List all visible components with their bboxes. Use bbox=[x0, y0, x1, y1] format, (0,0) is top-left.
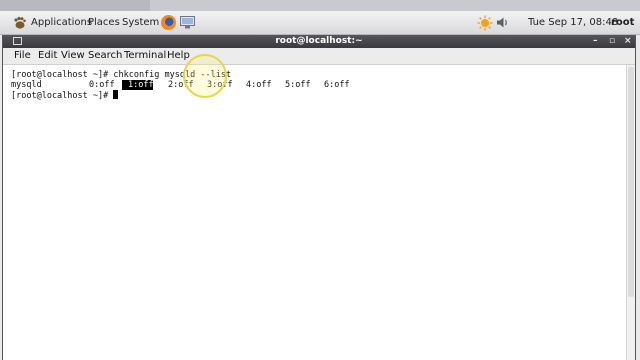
terminal-line-prompt: [root@localhost ~]# bbox=[11, 90, 119, 101]
network-icon[interactable] bbox=[180, 16, 195, 29]
runlevel-6: 6:off bbox=[324, 80, 350, 90]
terminal-output[interactable]: [root@localhost ~]# chkconfig mysqld --l… bbox=[3, 65, 626, 360]
menu-file[interactable]: File bbox=[14, 48, 31, 64]
menu-applications[interactable]: Applications bbox=[31, 11, 92, 34]
window-menubar: File Edit View Search Terminal Help bbox=[3, 48, 635, 65]
maximize-button[interactable]: ▫ bbox=[609, 35, 615, 48]
service-name: mysqld bbox=[11, 80, 42, 90]
terminal-window: root@localhost:~ – ▫ × File Edit View Se… bbox=[2, 35, 636, 360]
runlevel-4: 4:off bbox=[246, 80, 272, 90]
menu-system[interactable]: System bbox=[122, 11, 159, 34]
close-button[interactable]: × bbox=[624, 35, 632, 48]
panel-user[interactable]: root bbox=[611, 11, 634, 34]
menu-help[interactable]: Help bbox=[167, 48, 190, 64]
terminal-scrollbar[interactable] bbox=[626, 65, 635, 360]
terminal-cursor bbox=[113, 90, 119, 99]
shell-prompt: [root@localhost ~]# bbox=[11, 70, 114, 80]
runlevel-1-selected: 1:off bbox=[128, 80, 154, 90]
mouse-click-highlight bbox=[183, 54, 227, 98]
menu-search[interactable]: Search bbox=[88, 48, 122, 64]
runlevel-5: 5:off bbox=[285, 80, 311, 90]
gnome-foot-icon[interactable] bbox=[12, 15, 27, 30]
top-strip-accent bbox=[0, 0, 150, 11]
volume-icon[interactable] bbox=[496, 16, 510, 29]
weather-icon[interactable] bbox=[477, 15, 493, 31]
top-strip bbox=[0, 0, 640, 11]
top-panel: Applications Places System Tue Sep 17, 0… bbox=[0, 11, 640, 35]
window-titlebar[interactable]: root@localhost:~ – ▫ × bbox=[3, 35, 635, 48]
minimize-button[interactable]: – bbox=[593, 35, 598, 48]
menu-edit[interactable]: Edit bbox=[38, 48, 57, 64]
shell-prompt-current: [root@localhost ~]# bbox=[11, 91, 114, 101]
runlevel-0: 0:off bbox=[89, 80, 115, 90]
panel-clock[interactable]: Tue Sep 17, 08:48 bbox=[528, 11, 618, 34]
window-title: root@localhost:~ bbox=[275, 36, 363, 46]
menu-places[interactable]: Places bbox=[88, 11, 120, 34]
menu-terminal[interactable]: Terminal bbox=[124, 48, 166, 64]
menu-view[interactable]: View bbox=[61, 48, 85, 64]
scrollbar-thumb[interactable] bbox=[628, 67, 634, 297]
firefox-icon[interactable] bbox=[161, 15, 176, 30]
